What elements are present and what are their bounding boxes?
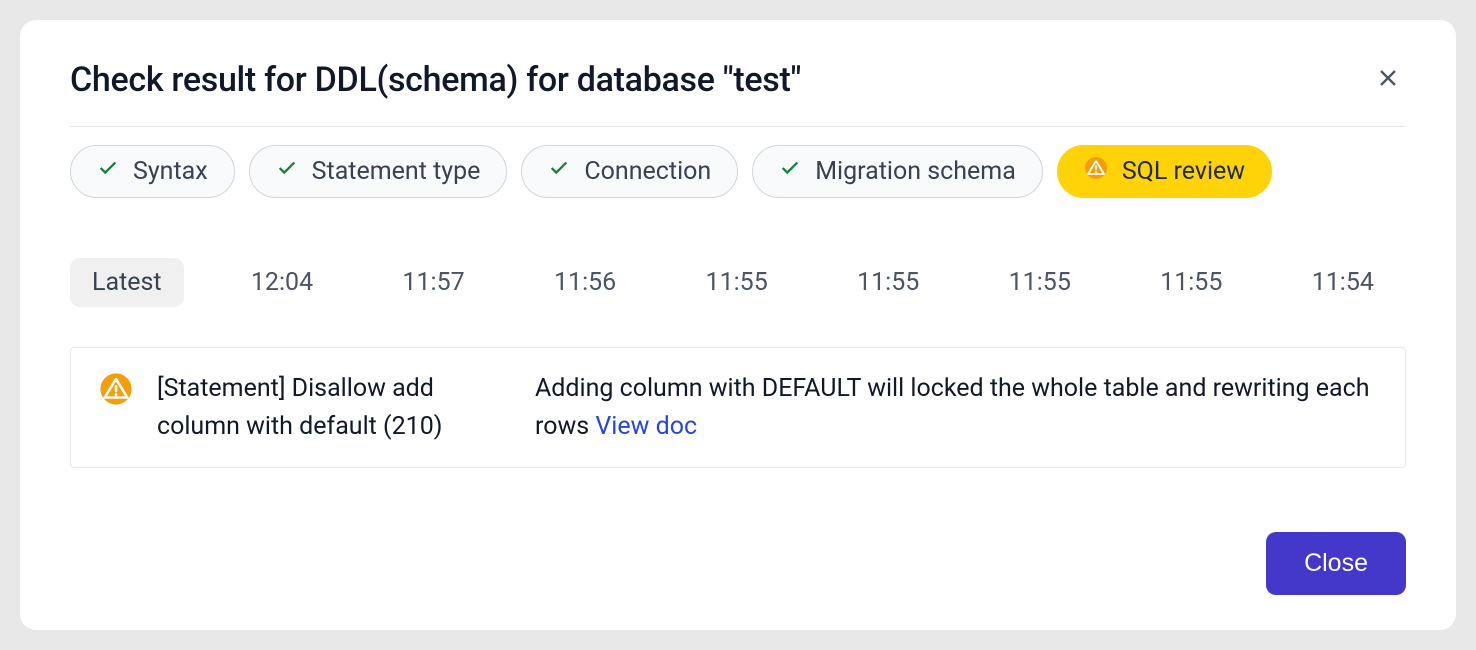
modal-header: Check result for DDL(schema) for databas… — [70, 60, 1406, 127]
timestamp-latest[interactable]: Latest — [70, 258, 184, 307]
close-icon[interactable] — [1370, 60, 1406, 100]
timestamp-item[interactable]: 11:55 — [987, 258, 1093, 307]
check-pill-sql-review[interactable]: SQL review — [1057, 145, 1272, 198]
timestamp-item[interactable]: 12:04 — [229, 258, 335, 307]
pill-label: Syntax — [133, 157, 208, 186]
check-icon — [97, 157, 119, 186]
view-doc-link[interactable]: View doc — [595, 412, 697, 441]
check-icon — [276, 157, 298, 186]
check-pill-syntax[interactable]: Syntax — [70, 145, 235, 198]
result-item: [Statement] Disallow add column with def… — [70, 347, 1406, 468]
timestamp-row: Latest 12:04 11:57 11:56 11:55 11:55 11:55 11:5… — [70, 258, 1406, 307]
check-icon — [548, 157, 570, 186]
warning-icon — [99, 372, 133, 410]
timestamp-item[interactable]: 11:56 — [532, 258, 638, 307]
close-button[interactable]: Close — [1266, 532, 1406, 595]
pill-label: Statement type — [312, 157, 481, 186]
pill-label: Connection — [584, 157, 711, 186]
result-body: [Statement] Disallow add column with def… — [157, 370, 1377, 445]
check-icon — [779, 157, 801, 186]
timestamp-item[interactable]: 11:54 — [1290, 258, 1396, 307]
pill-label: SQL review — [1122, 157, 1245, 186]
check-pills-row: Syntax Statement type Connection Migration … — [70, 127, 1406, 198]
timestamp-item[interactable]: 11:57 — [380, 258, 486, 307]
check-pill-statement-type[interactable]: Statement type — [249, 145, 508, 198]
timestamp-item[interactable]: 11:55 — [835, 258, 941, 307]
check-result-modal: Check result for DDL(schema) for databas… — [20, 20, 1456, 630]
modal-title: Check result for DDL(schema) for databas… — [70, 60, 801, 100]
timestamp-item[interactable]: 11:55 — [1138, 258, 1244, 307]
check-pill-migration-schema[interactable]: Migration schema — [752, 145, 1043, 198]
result-description: Adding column with DEFAULT will locked t… — [535, 370, 1377, 445]
modal-footer: Close — [70, 532, 1406, 595]
warning-icon — [1084, 156, 1108, 187]
check-pill-connection[interactable]: Connection — [521, 145, 738, 198]
pill-label: Migration schema — [815, 157, 1016, 186]
result-title: [Statement] Disallow add column with def… — [157, 370, 497, 445]
timestamp-item[interactable]: 11:55 — [684, 258, 790, 307]
